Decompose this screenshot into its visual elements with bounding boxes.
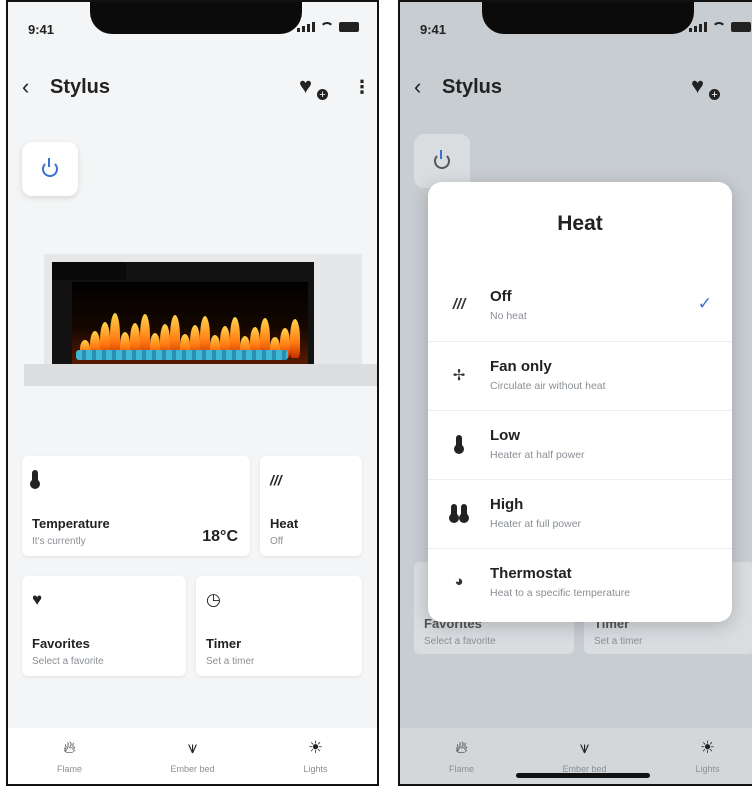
nav-ember-bed[interactable]: ⩛ Ember bed — [540, 738, 630, 774]
favorites-sub: Select a favorite — [32, 656, 104, 667]
status-time: 9:41 — [28, 22, 55, 37]
nav-lights[interactable]: ☀ Lights — [663, 738, 752, 774]
status-icons — [689, 22, 751, 32]
power-icon — [42, 158, 58, 177]
back-button[interactable]: ‹ — [22, 74, 50, 100]
check-icon: ✓ — [697, 294, 712, 313]
nav-flame-label: Flame — [56, 764, 82, 774]
home-indicator — [516, 773, 650, 778]
heat-sub: Off — [270, 536, 284, 547]
add-favorite-button[interactable]: ♥ + — [691, 73, 721, 101]
favorites-card[interactable]: ♥ Favorites Select a favorite — [22, 576, 186, 676]
more-menu-button[interactable]: ⋮ — [353, 77, 371, 98]
thermostat-icon: ◕ — [454, 573, 464, 590]
status-icons — [297, 22, 359, 32]
heart-icon: ♥ — [32, 590, 43, 609]
device-notch — [90, 2, 302, 34]
option-desc: Heat to a specific temperature — [490, 587, 631, 599]
heat-waves-icon: /// — [270, 472, 282, 488]
flame-icon: 🔥︎ — [63, 738, 76, 757]
fan-icon: ✢ — [452, 367, 466, 384]
plus-icon: + — [316, 88, 329, 101]
timer-card[interactable]: ◷ Timer Set a timer — [196, 576, 362, 676]
timer-sub: Set a timer — [206, 656, 255, 667]
flame-shape — [290, 319, 300, 358]
signal-icon — [689, 22, 707, 32]
plus-icon: + — [708, 88, 721, 101]
nav-flame[interactable]: 🔥︎ Flame — [25, 738, 115, 774]
power-icon — [434, 150, 450, 169]
option-desc: Heater at half power — [490, 449, 585, 461]
option-desc: Heater at full power — [490, 518, 582, 530]
nav-ember-bed-label: Ember bed — [170, 764, 215, 774]
heat-option-thermostat[interactable]: ◕ Thermostat Heat to a specific temperat… — [428, 548, 732, 618]
fireplace-control-screen: 9:41 ‹ Stylus ♥ + ⋮ Temperature It's cur… — [6, 0, 379, 786]
heat-option-off[interactable]: /// Off No heat ✓ — [428, 272, 732, 341]
option-name: High — [490, 496, 524, 513]
device-notch — [482, 2, 694, 34]
nav-lights-label: Lights — [695, 764, 720, 774]
temperature-value: 18°C — [202, 528, 238, 545]
option-name: Low — [490, 427, 520, 444]
wifi-icon — [320, 22, 334, 32]
heat-option-high[interactable]: High Heater at full power — [428, 479, 732, 548]
power-button[interactable] — [414, 134, 470, 188]
nav-flame[interactable]: 🔥︎ Flame — [417, 738, 507, 774]
modal-title: Heat — [557, 212, 603, 235]
heat-option-low[interactable]: Low Heater at half power — [428, 410, 732, 479]
app-header: ‹ Stylus ♥ + ⋮ — [22, 72, 371, 102]
flame-icon: 🔥︎ — [455, 738, 468, 757]
ember-bed-icon: ⩛ — [579, 738, 590, 757]
temperature-card[interactable]: Temperature It's currently 18°C — [22, 456, 250, 556]
thermometer-icon — [448, 435, 470, 455]
power-button[interactable] — [22, 142, 78, 196]
page-title: Stylus — [50, 75, 111, 98]
status-time: 9:41 — [420, 22, 447, 37]
bottom-nav: 🔥︎ Flame ⩛ Ember bed ☀ Lights — [8, 728, 377, 784]
favorites-sub: Select a favorite — [424, 636, 496, 647]
wifi-icon — [712, 22, 726, 32]
option-name: Fan only — [490, 358, 552, 375]
heat-waves-icon: /// — [452, 296, 466, 313]
battery-icon — [731, 22, 751, 32]
heat-card[interactable]: /// Heat Off — [260, 456, 362, 556]
option-name: Off — [490, 288, 512, 305]
signal-icon — [297, 22, 315, 32]
nav-flame-label: Flame — [448, 764, 474, 774]
back-button[interactable]: ‹ — [414, 74, 442, 100]
ember-bed-icon: ⩛ — [187, 738, 198, 757]
thermometer-icon — [30, 470, 40, 491]
ember-bed — [76, 350, 288, 360]
temperature-label: Temperature — [32, 516, 110, 531]
nav-lights-label: Lights — [303, 764, 328, 774]
timer-icon: ◷ — [206, 590, 221, 609]
timer-label: Timer — [206, 636, 242, 651]
heart-icon: ♥ — [691, 73, 705, 98]
nav-lights[interactable]: ☀ Lights — [271, 738, 361, 774]
favorites-label: Favorites — [32, 636, 90, 651]
sun-icon: ☀ — [307, 738, 324, 757]
fireplace-image — [24, 254, 377, 388]
sun-icon: ☀ — [699, 738, 716, 757]
nav-ember-bed[interactable]: ⩛ Ember bed — [148, 738, 238, 774]
heat-picker-screen: 9:41 ‹ Stylus ♥ + ⋮ Favorites Select a f… — [398, 0, 752, 786]
heat-label: Heat — [270, 516, 299, 531]
battery-icon — [339, 22, 359, 32]
double-thermometer-icon — [448, 504, 470, 524]
timer-sub: Set a timer — [594, 636, 643, 647]
option-desc: No heat — [490, 310, 527, 322]
temperature-sub: It's currently — [32, 536, 86, 547]
heat-option-fan-only[interactable]: ✢ Fan only Circulate air without heat — [428, 341, 732, 410]
more-menu-button[interactable]: ⋮ — [745, 77, 752, 98]
app-header: ‹ Stylus ♥ + ⋮ — [414, 72, 752, 102]
page-title: Stylus — [442, 75, 503, 98]
heat-modal: Heat /// Off No heat ✓ ✢ Fan only Circul… — [428, 182, 732, 622]
option-name: Thermostat — [490, 565, 572, 582]
option-desc: Circulate air without heat — [490, 380, 606, 392]
add-favorite-button[interactable]: ♥ + — [299, 73, 329, 101]
heart-icon: ♥ — [299, 73, 313, 98]
